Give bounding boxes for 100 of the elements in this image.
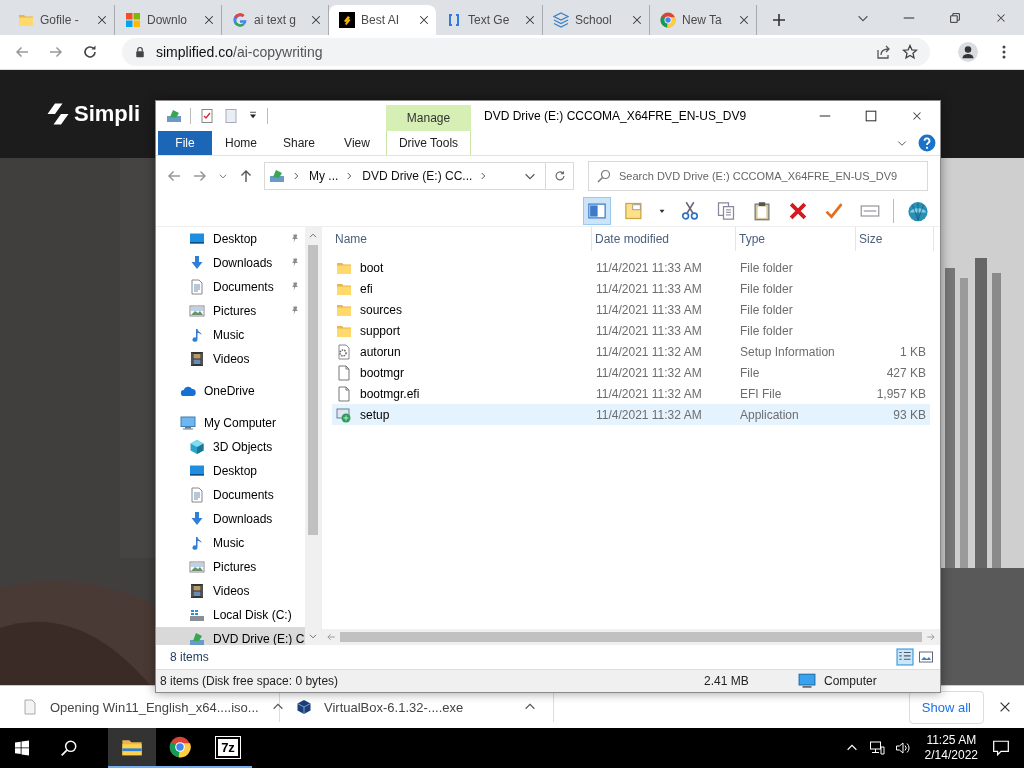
scrollbar[interactable] xyxy=(305,227,321,645)
profile-icon[interactable] xyxy=(958,42,978,62)
taskbar-app[interactable] xyxy=(108,728,156,768)
file-row[interactable]: bootmgr.efi 11/4/2021 11:32 AM EFI File 1,957 KB xyxy=(332,383,930,404)
file-type: EFI File xyxy=(739,386,783,401)
nav-item[interactable]: Music xyxy=(156,531,305,555)
context-tab-header: Manage xyxy=(386,105,471,131)
url-text: simplified.co/ai-copywriting xyxy=(156,44,323,60)
nav-item[interactable]: Videos xyxy=(156,347,305,371)
nav-item[interactable]: 3D Objects xyxy=(156,435,305,459)
forward-icon[interactable] xyxy=(48,44,64,60)
address-field[interactable]: My ... DVD Drive (E:) CC... xyxy=(264,162,546,190)
nav-item[interactable]: Desktop xyxy=(156,459,305,483)
ribbon-tab[interactable]: Home xyxy=(212,131,270,155)
brackets-icon xyxy=(446,12,462,28)
search-field[interactable]: Search DVD Drive (E:) CCCOMA_X64FRE_EN-US_DV9 xyxy=(588,161,928,191)
file-type: File folder xyxy=(739,302,794,317)
nav-item[interactable]: Documents xyxy=(156,483,305,507)
back-icon[interactable] xyxy=(14,44,30,60)
nav-item[interactable]: My Computer xyxy=(156,411,305,435)
column-header[interactable]: Date modified xyxy=(592,227,736,251)
back-icon[interactable] xyxy=(166,168,182,184)
address-bar[interactable]: simplified.co/ai-copywriting xyxy=(122,38,930,66)
nav-item[interactable]: Desktop xyxy=(156,227,305,251)
browser-tab[interactable]: Best AI xyxy=(329,5,436,35)
forward-icon[interactable] xyxy=(192,168,208,184)
file-row[interactable]: efi 11/4/2021 11:33 AM File folder xyxy=(332,278,930,299)
nav-item[interactable]: OneDrive xyxy=(156,379,305,403)
file-row[interactable]: boot 11/4/2021 11:33 AM File folder xyxy=(332,257,930,278)
file-row[interactable]: support 11/4/2021 11:33 AM File folder xyxy=(332,320,930,341)
cube-icon xyxy=(189,439,205,455)
close-icon[interactable] xyxy=(203,14,215,26)
share-icon[interactable] xyxy=(876,44,892,60)
file-icon xyxy=(336,385,352,402)
nav-item[interactable]: Documents xyxy=(156,275,305,299)
tab-title: Downlo xyxy=(147,13,189,27)
nav-item[interactable]: Videos xyxy=(156,579,305,603)
file-row[interactable]: bootmgr 11/4/2021 11:32 AM File 427 KB xyxy=(332,362,930,383)
ribbon-tab[interactable]: Share xyxy=(270,131,328,155)
maximize-icon[interactable] xyxy=(864,109,878,123)
refresh-button[interactable] xyxy=(546,162,574,190)
nav-item[interactable]: DVD Drive (E:) C xyxy=(156,627,305,645)
lightning-logo-icon xyxy=(46,102,70,126)
close-icon[interactable] xyxy=(998,700,1012,714)
network-icon[interactable] xyxy=(868,740,885,756)
file-date: 11/4/2021 11:33 AM xyxy=(595,302,703,317)
file-date: 11/4/2021 11:32 AM xyxy=(595,365,703,380)
close-icon[interactable] xyxy=(310,14,322,26)
new-tab-icon[interactable] xyxy=(771,12,787,28)
notification-icon[interactable] xyxy=(992,739,1010,757)
close-icon[interactable] xyxy=(738,14,750,26)
clock-date: 2/14/2022 xyxy=(924,748,978,763)
context-tab[interactable]: Drive Tools xyxy=(386,131,471,155)
file-row[interactable]: sources 11/4/2021 11:33 AM File folder xyxy=(332,299,930,320)
star-icon[interactable] xyxy=(902,44,918,60)
chrome-icon xyxy=(660,12,676,28)
column-header[interactable]: Type xyxy=(736,227,856,251)
nav-item[interactable]: Music xyxy=(156,323,305,347)
document-icon xyxy=(189,487,205,503)
help-icon[interactable] xyxy=(918,134,936,152)
preview-pane-icon[interactable] xyxy=(583,197,611,225)
breadcrumb[interactable]: My ... xyxy=(309,169,339,183)
nav-item[interactable]: Pictures xyxy=(156,299,305,323)
speaker-icon[interactable] xyxy=(894,740,911,756)
details-view-icon[interactable] xyxy=(896,648,914,666)
folder-icon xyxy=(18,12,34,28)
close-icon[interactable] xyxy=(631,14,643,26)
properties-icon[interactable] xyxy=(199,108,215,124)
nav-item[interactable]: Downloads xyxy=(156,507,305,531)
file-row[interactable]: setup 11/4/2021 11:32 AM Application 93 KB xyxy=(332,404,930,425)
column-header[interactable]: Size xyxy=(856,227,934,251)
close-icon[interactable] xyxy=(524,14,536,26)
window-title: DVD Drive (E:) CCCOMA_X64FRE_EN-US_DV9 xyxy=(484,109,747,123)
picture-icon xyxy=(189,303,205,319)
tab-title: Gofile - xyxy=(40,13,80,27)
nav-item[interactable]: Local Disk (C:) xyxy=(156,603,305,627)
scroll-up-icon[interactable] xyxy=(308,231,318,241)
file-tab[interactable]: File xyxy=(158,131,212,155)
lightning-logo-icon xyxy=(339,12,355,28)
start-icon[interactable] xyxy=(14,740,30,756)
recent-locations-icon[interactable] xyxy=(218,171,228,181)
column-header[interactable]: Name xyxy=(332,227,592,251)
file-name: bootmgr xyxy=(360,365,405,380)
tab-title: Text Ge xyxy=(468,13,511,27)
nav-item[interactable]: Pictures xyxy=(156,555,305,579)
large-icons-view-icon[interactable] xyxy=(918,649,934,665)
close-icon[interactable] xyxy=(418,14,430,26)
download-arrow-icon xyxy=(189,511,205,527)
search-icon[interactable] xyxy=(60,739,78,757)
file-date: 11/4/2021 11:33 AM xyxy=(595,323,703,338)
file-row[interactable]: autorun 11/4/2021 11:32 AM Setup Information 1 KB xyxy=(332,341,930,362)
reload-icon[interactable] xyxy=(82,44,98,60)
nav-item[interactable]: Downloads xyxy=(156,251,305,275)
breadcrumb[interactable]: DVD Drive (E:) CC... xyxy=(362,169,473,183)
restore-icon[interactable] xyxy=(948,11,962,25)
close-icon[interactable] xyxy=(96,14,108,26)
scroll-down-icon[interactable] xyxy=(308,631,318,641)
taskbar-app[interactable]: 7z xyxy=(204,728,252,768)
show-all-button[interactable]: Show all xyxy=(908,690,984,724)
ribbon-tab[interactable]: View xyxy=(328,131,386,155)
